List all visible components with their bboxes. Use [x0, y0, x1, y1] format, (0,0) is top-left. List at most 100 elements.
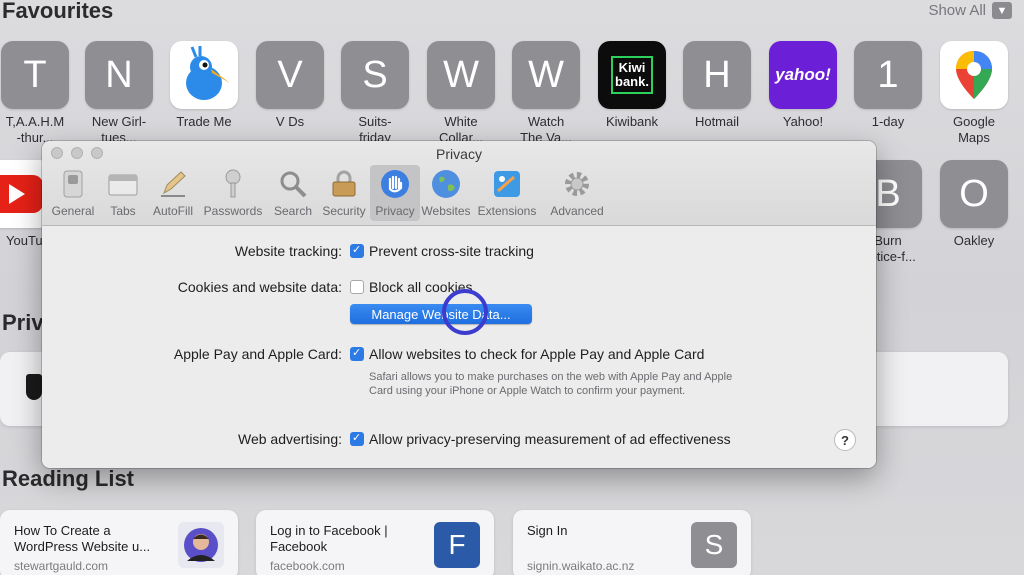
favourite-tile[interactable]: O Oakley: [939, 160, 1009, 249]
cursor-highlight-ring: [442, 289, 488, 335]
window-titlebar: Privacy General Tabs AutoFill Passwords …: [42, 141, 876, 226]
tile-label: 1-day: [871, 114, 905, 129]
tile-label: Watch: [527, 114, 565, 129]
tile-label: Burn: [874, 233, 902, 248]
reading-list-title: Reading List: [2, 466, 135, 491]
tab-label: Tabs: [110, 204, 136, 218]
tile-label-2: Maps: [958, 130, 990, 145]
lock-icon: [329, 169, 359, 199]
tile-label: Yahoo!: [782, 114, 824, 129]
help-button[interactable]: ?: [834, 429, 856, 451]
favourite-tile[interactable]: N New Girl-tues...: [84, 41, 154, 146]
tab-general[interactable]: General: [48, 165, 98, 221]
puzzle-icon: [492, 169, 522, 199]
window-title: Privacy: [436, 146, 482, 162]
show-all-label: Show All: [928, 2, 986, 19]
favourite-tile[interactable]: T T,A.A.H.M -thur...: [0, 41, 70, 146]
tile-label: V Ds: [275, 114, 305, 129]
tab-autofill[interactable]: AutoFill: [148, 165, 198, 221]
tile-letter: T: [1, 41, 69, 109]
tab-label: Advanced: [550, 204, 604, 218]
tile-label: Google: [953, 114, 995, 129]
privacy-report-title: Priv: [2, 310, 44, 335]
hand-icon: [380, 169, 410, 199]
tile-label: Kiwibank: [605, 114, 659, 129]
tab-passwords[interactable]: Passwords: [198, 165, 268, 221]
tab-tabs[interactable]: Tabs: [98, 165, 148, 221]
switch-icon: [58, 169, 88, 199]
trademe-kiwi-icon: [170, 41, 238, 109]
ad-measurement-text: Allow privacy-preserving measurement of …: [369, 431, 731, 447]
tile-letter: S: [341, 41, 409, 109]
tile-label: Suits-: [358, 114, 392, 129]
favourites-title: Favourites: [2, 0, 114, 23]
tile-label: Oakley: [953, 233, 995, 248]
tile-label: T,A.A.H.M: [5, 114, 65, 129]
tile-letter: N: [85, 41, 153, 109]
tab-label: AutoFill: [152, 204, 193, 218]
tab-advanced[interactable]: Advanced: [542, 165, 612, 221]
chevron-down-icon: ▼: [992, 2, 1012, 19]
reading-list-item[interactable]: How To Create a WordPress Website u... s…: [0, 510, 238, 575]
yahoo-logo: yahoo!: [769, 41, 837, 109]
kiwibank-logo-text: Kiwi bank.: [611, 56, 653, 94]
manage-website-data-button[interactable]: Manage Website Data...: [350, 304, 532, 324]
preferences-toolbar: General Tabs AutoFill Passwords Search S…: [48, 165, 612, 221]
apple-pay-text: Allow websites to check for Apple Pay an…: [369, 346, 705, 362]
tab-label: Passwords: [203, 204, 263, 218]
tab-label: Extensions: [477, 204, 537, 218]
tab-label: Websites: [421, 204, 471, 218]
pencil-icon: [158, 169, 188, 199]
reading-item-thumb: S: [691, 522, 737, 568]
favourite-tile-kiwibank[interactable]: Kiwi bank. Kiwibank: [597, 41, 667, 130]
privacy-pane: Website tracking: Prevent cross-site tra…: [42, 226, 876, 468]
tabs-icon: [108, 169, 138, 199]
reading-item-url: stewartgauld.com: [14, 559, 109, 573]
globe-icon: [431, 169, 461, 199]
apple-pay-checkbox[interactable]: [350, 346, 364, 361]
tab-label: General: [51, 204, 95, 218]
favourite-tile-yahoo[interactable]: yahoo! Yahoo!: [768, 41, 838, 130]
tile-letter: O: [940, 160, 1008, 228]
favourite-tile[interactable]: 1 1-day: [853, 41, 923, 130]
favourite-tile[interactable]: H Hotmail: [682, 41, 752, 130]
reading-item-title: How To Create a WordPress Website u...: [14, 523, 151, 554]
tile-label: Trade Me: [176, 114, 232, 129]
reading-list-item[interactable]: Log in to Facebook | Facebook facebook.c…: [256, 510, 494, 575]
website-tracking-label: Website tracking:: [234, 243, 342, 259]
favourite-tile[interactable]: V V Ds: [255, 41, 325, 130]
reading-list-item[interactable]: Sign In signin.waikato.ac.nz S: [513, 510, 751, 575]
tile-letter: W: [427, 41, 495, 109]
tab-websites[interactable]: Websites: [420, 165, 472, 221]
tab-privacy[interactable]: Privacy: [370, 165, 420, 221]
cookies-label: Cookies and website data:: [177, 279, 342, 295]
tile-letter: V: [256, 41, 324, 109]
show-all-button[interactable]: Show All ▼: [928, 2, 1012, 19]
ad-measurement-checkbox[interactable]: [350, 431, 364, 446]
kiwibank-logo-icon: Kiwi bank.: [598, 41, 666, 109]
favourite-tile-trademe[interactable]: Trade Me: [169, 41, 239, 130]
apple-pay-label: Apple Pay and Apple Card:: [173, 346, 342, 362]
key-icon: [218, 169, 248, 199]
tab-label: Security: [322, 204, 366, 218]
favourite-tile[interactable]: W Watch The Va...: [511, 41, 581, 146]
tile-letter: W: [512, 41, 580, 109]
tab-security[interactable]: Security: [318, 165, 370, 221]
reading-item-url: facebook.com: [270, 559, 345, 573]
apple-pay-description: Safari allows you to make purchases on t…: [369, 371, 733, 397]
reading-item-title: Log in to Facebook | Facebook: [270, 523, 388, 554]
tab-extensions[interactable]: Extensions: [472, 165, 542, 221]
magnifier-icon: [278, 169, 308, 199]
block-cookies-checkbox[interactable]: [350, 280, 364, 294]
tab-label: Privacy: [375, 204, 415, 218]
reading-item-thumb: F: [434, 522, 480, 568]
favourite-tile[interactable]: W White Collar...: [426, 41, 496, 146]
favourite-tile[interactable]: S Suits-friday: [340, 41, 410, 146]
tile-letter: H: [683, 41, 751, 109]
tab-search[interactable]: Search: [268, 165, 318, 221]
prevent-tracking-checkbox[interactable]: [350, 243, 364, 258]
avatar: [178, 522, 224, 568]
google-maps-pin-icon: [940, 41, 1008, 109]
favourite-tile-google-maps[interactable]: Google Maps: [939, 41, 1009, 146]
tile-label: New Girl-: [91, 114, 147, 129]
